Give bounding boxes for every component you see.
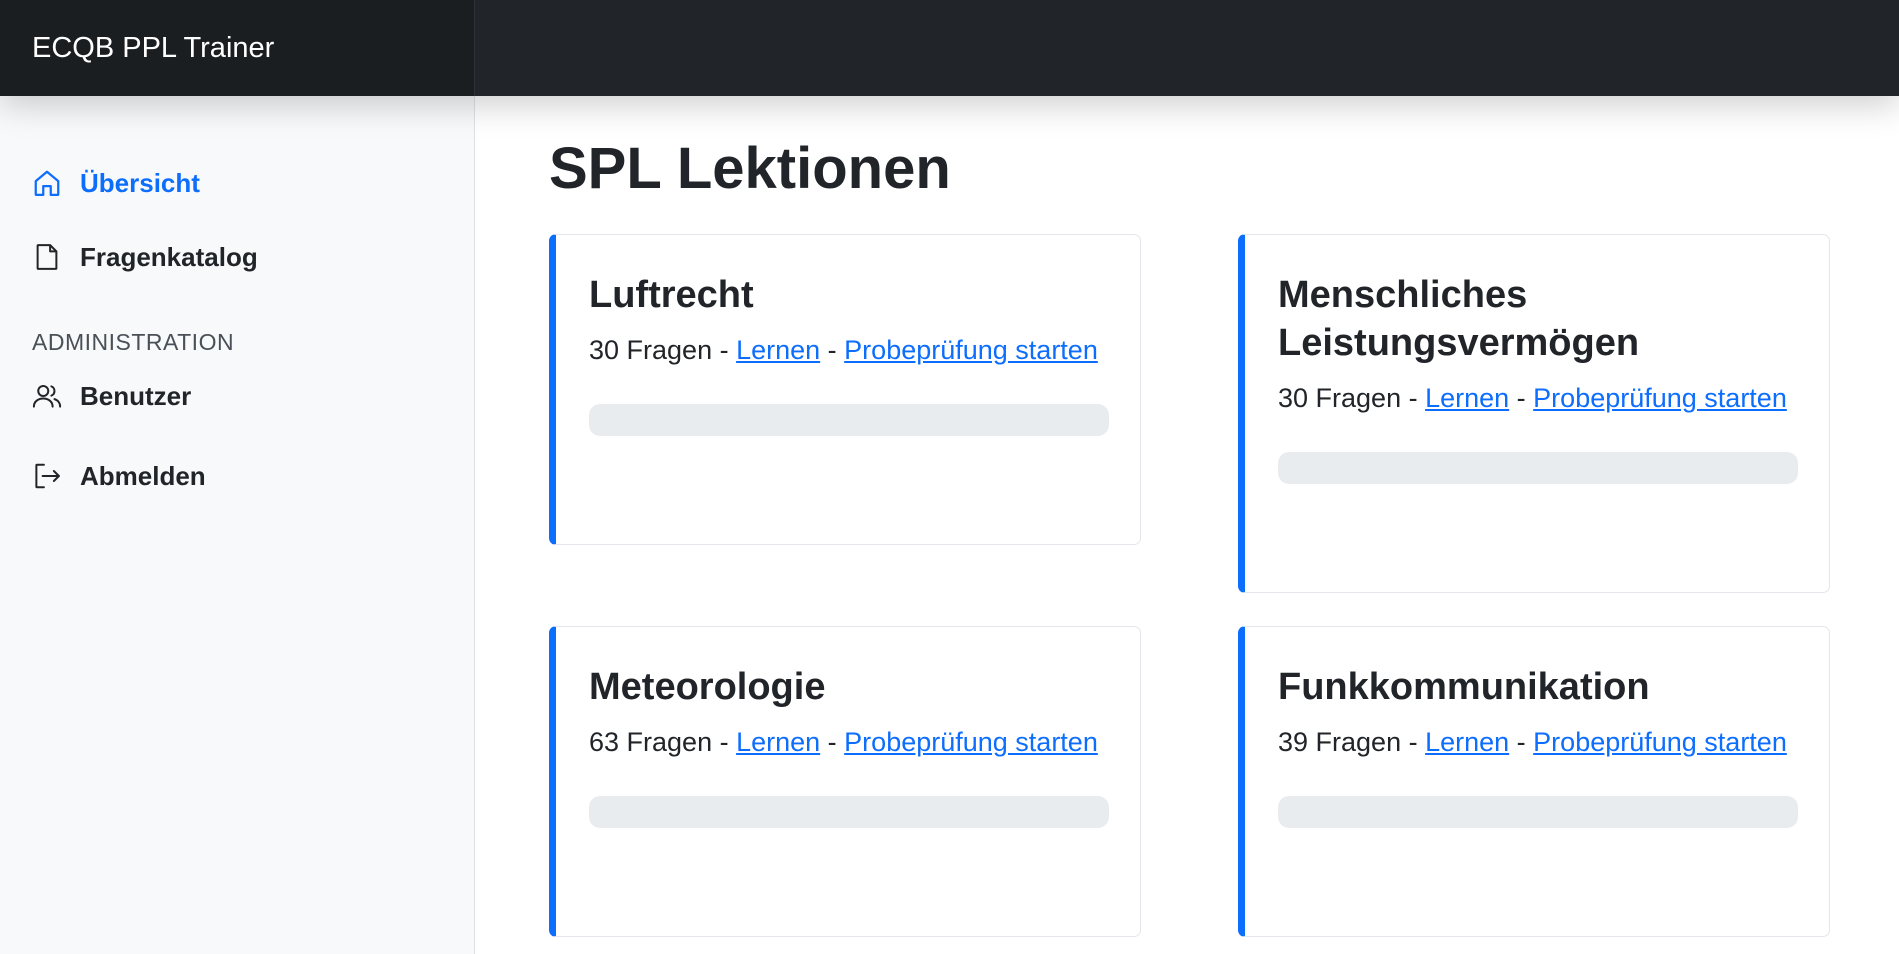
card-text: 30 Fragen - Lernen - Probeprüfung starte… [589,329,1108,371]
card-title: Meteorologie [589,666,826,708]
sidebar-item-label: Benutzer [80,380,192,411]
separator: - [820,727,845,757]
lesson-card-meteorologie: Meteorologie 63 Fragen - Lernen - Probep… [549,626,1141,937]
lesson-card-funkkommunikation: Funkkommunikation 39 Fragen - Lernen - P… [1238,626,1830,937]
sidebar-item-fragenkatalog[interactable]: Fragenkatalog [0,220,474,294]
card-text: 30 Fragen - Lernen - Probeprüfung starte… [1278,377,1797,419]
home-icon [32,168,62,198]
sidebar-item-benutzer[interactable]: Benutzer [0,364,474,428]
users-icon [32,381,62,411]
card-text: 63 Fragen - Lernen - Probeprüfung starte… [589,721,1108,763]
card-text: 39 Fragen - Lernen - Probeprüfung starte… [1278,721,1797,763]
learn-link[interactable]: Lernen [1425,383,1509,413]
question-count: 30 Fragen [1278,383,1402,413]
main-content: SPL Lektionen Luftrecht 30 Fragen - Lern… [549,96,1849,937]
learn-link[interactable]: Lernen [736,335,820,365]
learn-link[interactable]: Lernen [736,727,820,757]
progress-bar [589,796,1109,828]
section-heading-administration: ADMINISTRATION [32,329,235,355]
progress-bar [589,404,1109,436]
sidebar-item-uebersicht[interactable]: Übersicht [0,146,474,220]
separator: - [712,335,737,365]
card-title: Menschliches Leistungsvermögen [1278,274,1640,364]
sidebar: Übersicht Fragenkatalog ADMINISTRATION B… [0,96,475,954]
card-title: Funkkommunikation [1278,666,1650,708]
lesson-card-luftrecht: Luftrecht 30 Fragen - Lernen - Probeprüf… [549,234,1141,545]
question-count: 63 Fragen [589,727,713,757]
page-title: SPL Lektionen [549,136,951,201]
separator: - [1509,383,1534,413]
sidebar-item-label: Abmelden [80,460,206,491]
logout-button[interactable]: Abmelden [0,444,474,508]
exam-link[interactable]: Probeprüfung starten [844,335,1098,365]
top-navbar: ECQB PPL Trainer [0,0,1899,96]
card-title: Luftrecht [589,274,754,316]
logout-icon [32,461,62,491]
question-count: 39 Fragen [1278,727,1402,757]
sidebar-item-label: Übersicht [80,167,200,198]
sidebar-item-label: Fragenkatalog [80,241,258,272]
exam-link[interactable]: Probeprüfung starten [1533,727,1787,757]
exam-link[interactable]: Probeprüfung starten [1533,383,1787,413]
progress-bar [1278,796,1798,828]
exam-link[interactable]: Probeprüfung starten [844,727,1098,757]
learn-link[interactable]: Lernen [1425,727,1509,757]
lesson-card-menschliches-leistungsvermoegen: Menschliches Leistungsvermögen 30 Fragen… [1238,234,1830,593]
separator: - [1401,383,1426,413]
separator: - [1509,727,1534,757]
separator: - [1401,727,1426,757]
separator: - [712,727,737,757]
separator: - [820,335,845,365]
progress-bar [1278,452,1798,484]
brand-link[interactable]: ECQB PPL Trainer [0,0,475,96]
question-count: 30 Fragen [589,335,713,365]
file-icon [32,242,62,272]
